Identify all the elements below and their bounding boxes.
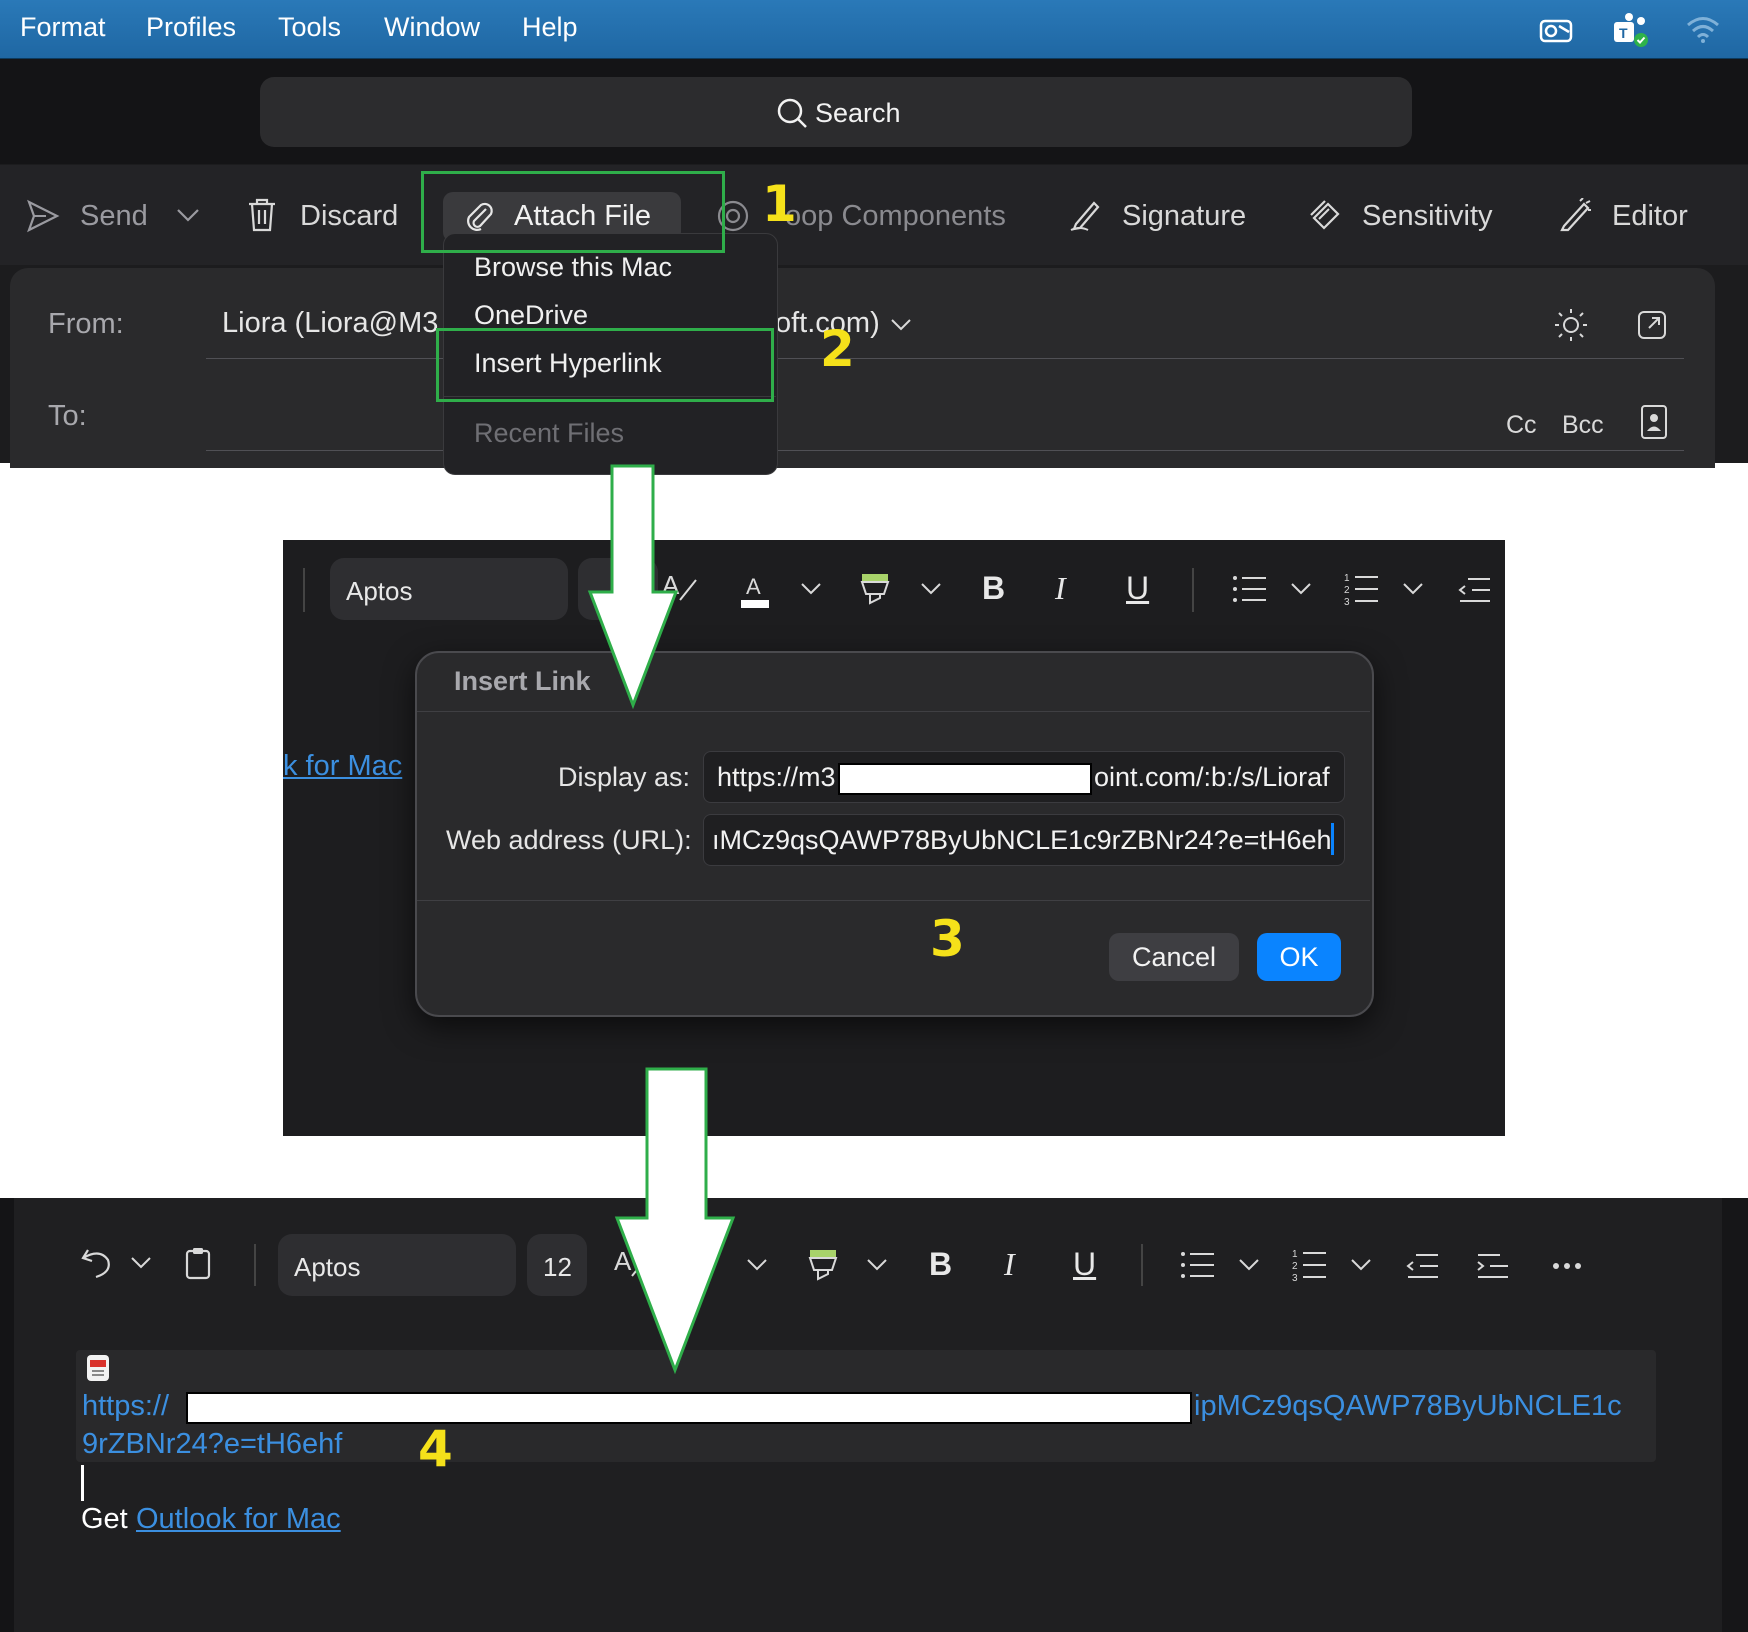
arrow-down-1 — [587, 464, 679, 710]
step-arrows — [587, 464, 736, 1375]
arrow-down-2 — [614, 1067, 736, 1375]
